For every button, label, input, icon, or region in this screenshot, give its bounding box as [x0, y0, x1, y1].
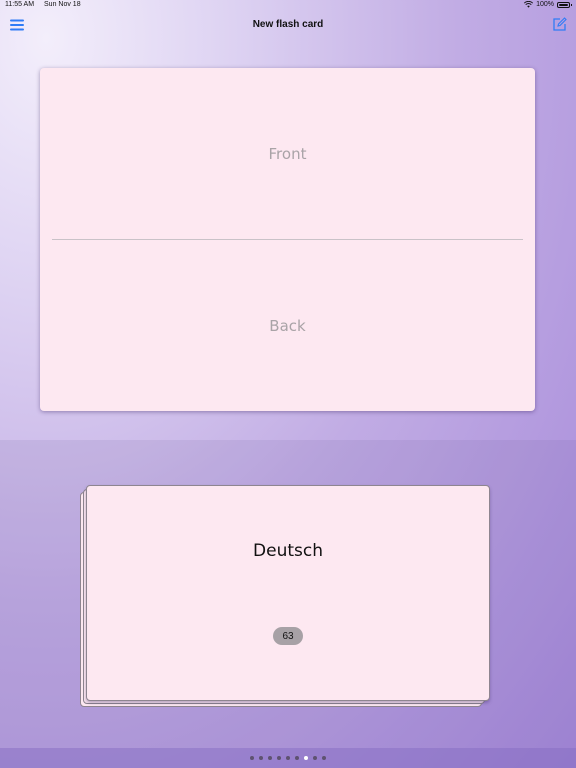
compose-button[interactable]	[552, 17, 568, 33]
new-card-editor	[40, 68, 535, 411]
battery-icon	[557, 1, 572, 8]
page-dot[interactable]	[322, 756, 326, 760]
status-date: Sun Nov 18	[44, 1, 81, 8]
page-indicator[interactable]	[0, 748, 576, 768]
battery-percentage: 100%	[536, 1, 554, 8]
page-dot[interactable]	[268, 756, 272, 760]
page-title: New flash card	[252, 19, 324, 30]
page-dot[interactable]	[295, 756, 299, 760]
navigation-bar: New flash card	[0, 12, 576, 40]
deck-title: Deutsch	[253, 541, 323, 561]
status-bar: 11:55 AM Sun Nov 18 100%	[0, 0, 576, 12]
status-time: 11:55 AM	[5, 1, 35, 8]
card-count-badge: 63	[273, 627, 303, 645]
page-dot[interactable]	[259, 756, 263, 760]
front-field-area[interactable]	[40, 68, 535, 240]
wifi-icon	[524, 1, 534, 8]
page-dot[interactable]	[286, 756, 290, 760]
back-input[interactable]	[135, 315, 440, 336]
deck-card-stack[interactable]: Deutsch 63	[80, 485, 492, 710]
compose-icon	[553, 17, 567, 31]
page-dot[interactable]	[250, 756, 254, 760]
page-dot[interactable]	[277, 756, 281, 760]
back-field-area[interactable]	[40, 240, 535, 411]
page-dot-current[interactable]	[304, 756, 308, 760]
page-dot[interactable]	[313, 756, 317, 760]
front-input[interactable]	[135, 144, 440, 164]
deck-card[interactable]: Deutsch 63	[86, 485, 490, 701]
